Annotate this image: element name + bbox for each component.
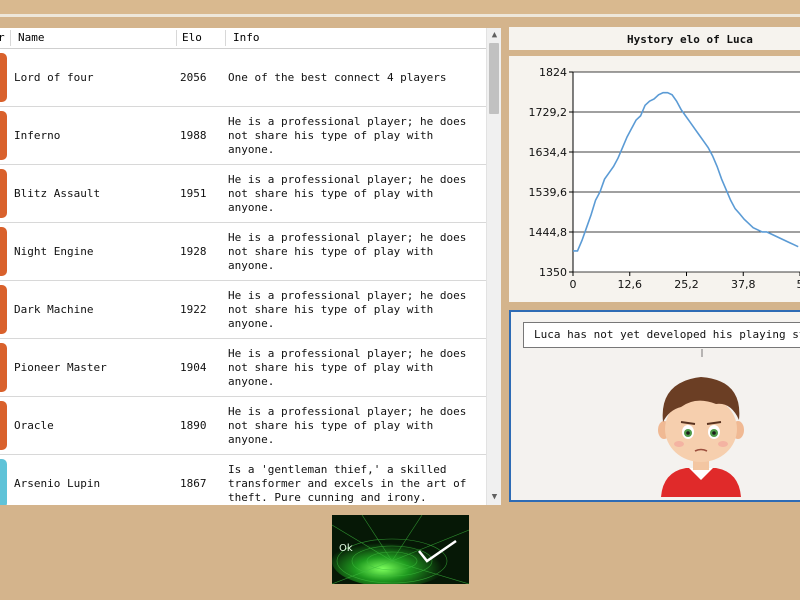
players-table[interactable]: r Name Elo Info Lord of four 2056 One of t… bbox=[0, 28, 501, 505]
player-info: One of the best connect 4 players bbox=[228, 70, 447, 84]
player-avatar bbox=[0, 401, 7, 450]
scrollbar-thumb[interactable] bbox=[489, 43, 499, 114]
player-name: Oracle bbox=[14, 419, 54, 432]
player-name: Dark Machine bbox=[14, 303, 94, 316]
y-tick-label: 1350 bbox=[539, 266, 567, 279]
player-info: He is a professional player; he does not… bbox=[228, 404, 467, 446]
chart-title: Hystory elo of Luca bbox=[627, 33, 753, 46]
scroll-up-icon[interactable]: ▲ bbox=[487, 28, 501, 43]
column-header-elo[interactable]: Elo bbox=[182, 28, 202, 48]
player-info: He is a professional player; he does not… bbox=[228, 230, 467, 272]
player-elo: 2056 bbox=[180, 71, 207, 84]
player-elo: 1890 bbox=[180, 419, 207, 432]
table-header: r Name Elo Info bbox=[0, 28, 486, 49]
ok-button[interactable]: Ok bbox=[332, 515, 469, 584]
table-row[interactable]: Dark Machine 1922 He is a professional pla… bbox=[0, 281, 486, 339]
player-avatar bbox=[0, 343, 7, 392]
column-header-rank[interactable]: r bbox=[0, 28, 5, 48]
player-avatar bbox=[0, 111, 7, 160]
table-row[interactable]: Inferno 1988 He is a professional player; … bbox=[0, 107, 486, 165]
y-tick-label: 1634,4 bbox=[529, 146, 568, 159]
player-avatar bbox=[0, 285, 7, 334]
table-scrollbar[interactable]: ▲ ▼ bbox=[486, 28, 501, 505]
player-elo: 1988 bbox=[180, 129, 207, 142]
player-name: Blitz Assault bbox=[14, 187, 101, 200]
player-avatar bbox=[0, 169, 7, 218]
top-band bbox=[0, 0, 800, 14]
table-body: Lord of four 2056 One of the best connect … bbox=[0, 49, 486, 505]
scroll-down-icon[interactable]: ▼ bbox=[487, 490, 501, 505]
player-avatar bbox=[0, 53, 7, 102]
player-info: He is a professional player; he does not… bbox=[228, 114, 467, 156]
elo-history-chart: 1824 1729,2 1634,4 1539,6 1444,8 1350 0 12,6 25,… bbox=[509, 56, 800, 302]
top-divider bbox=[0, 14, 800, 17]
x-tick-label: 5 bbox=[797, 278, 800, 291]
y-tick-label: 1444,8 bbox=[529, 226, 568, 239]
column-separator bbox=[225, 30, 226, 46]
player-name: Arsenio Lupin bbox=[14, 477, 101, 490]
player-elo: 1904 bbox=[180, 361, 207, 374]
character-panel: Luca has not yet developed his playing s… bbox=[509, 310, 800, 502]
y-tick-label: 1824 bbox=[539, 66, 567, 79]
player-elo: 1928 bbox=[180, 245, 207, 258]
column-separator bbox=[176, 30, 177, 46]
player-info: Is a 'gentleman thief,' a skilled transf… bbox=[228, 462, 467, 504]
player-elo: 1922 bbox=[180, 303, 207, 316]
player-avatar bbox=[0, 459, 7, 505]
x-tick-label: 25,2 bbox=[674, 278, 699, 291]
player-name: Night Engine bbox=[14, 245, 94, 258]
column-header-name[interactable]: Name bbox=[18, 28, 45, 48]
player-elo: 1951 bbox=[180, 187, 207, 200]
plot-area bbox=[573, 72, 800, 272]
table-row[interactable]: Pioneer Master 1904 He is a professional p… bbox=[0, 339, 486, 397]
table-row[interactable]: Arsenio Lupin 1867 Is a 'gentleman thief,'… bbox=[0, 455, 486, 505]
table-row[interactable]: Oracle 1890 He is a professional player; h… bbox=[0, 397, 486, 455]
chart-canvas: 1824 1729,2 1634,4 1539,6 1444,8 13500 12,6 25,… bbox=[529, 66, 800, 291]
ok-button-label: Ok bbox=[339, 543, 353, 554]
player-name: Pioneer Master bbox=[14, 361, 107, 374]
table-row[interactable]: Blitz Assault 1951 He is a professional pl… bbox=[0, 165, 486, 223]
x-tick-label: 0 bbox=[570, 278, 577, 291]
table-row[interactable]: Lord of four 2056 One of the best connect … bbox=[0, 49, 486, 107]
player-avatar bbox=[0, 227, 7, 276]
table-row[interactable]: Night Engine 1928 He is a professional pla… bbox=[0, 223, 486, 281]
x-tick-label: 37,8 bbox=[731, 278, 756, 291]
column-header-info[interactable]: Info bbox=[233, 28, 260, 48]
player-elo: 1867 bbox=[180, 477, 207, 490]
player-info: He is a professional player; he does not… bbox=[228, 346, 467, 388]
player-info: He is a professional player; he does not… bbox=[228, 172, 467, 214]
x-tick-label: 12,6 bbox=[618, 278, 643, 291]
column-separator bbox=[10, 30, 11, 46]
character-illustration bbox=[658, 349, 744, 497]
player-name: Inferno bbox=[14, 129, 61, 142]
y-tick-label: 1539,6 bbox=[529, 186, 568, 199]
player-info: He is a professional player; he does not… bbox=[228, 288, 467, 330]
player-name: Lord of four bbox=[14, 71, 94, 84]
y-tick-label: 1729,2 bbox=[529, 106, 568, 119]
